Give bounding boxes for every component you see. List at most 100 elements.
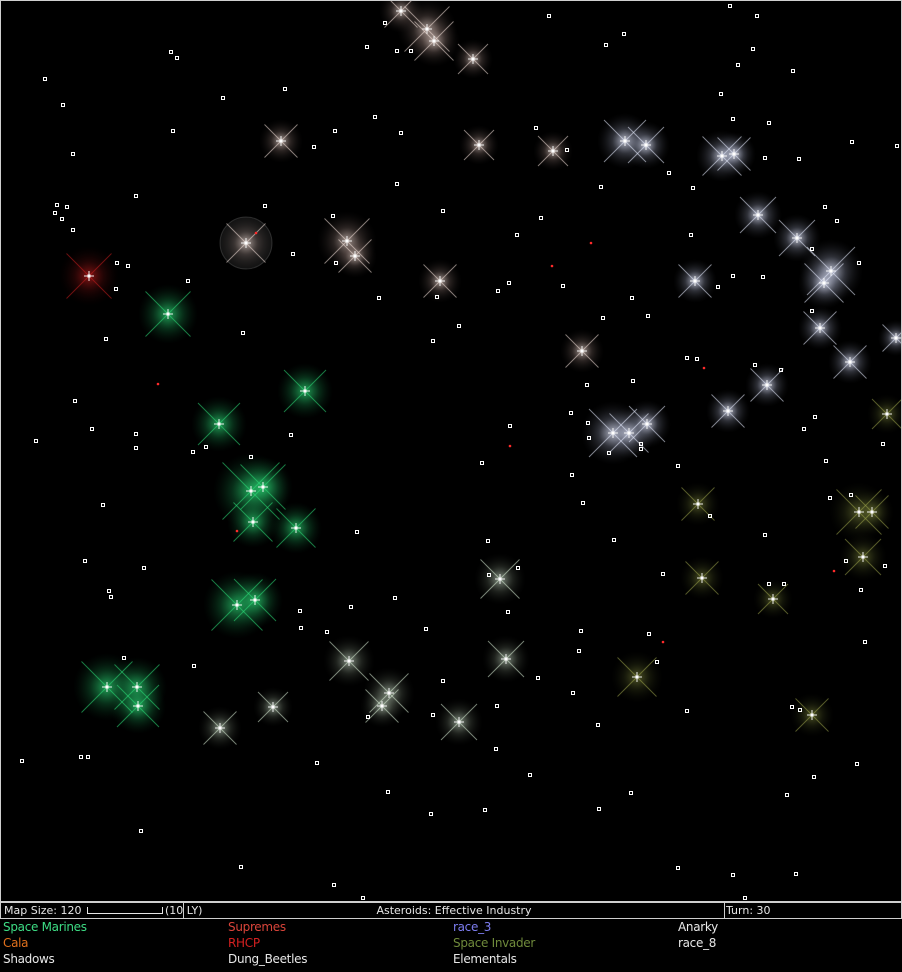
planet-marker[interactable] — [629, 791, 633, 795]
planet-marker[interactable] — [693, 279, 697, 283]
planet-marker[interactable] — [581, 501, 585, 505]
planet-marker[interactable] — [755, 14, 759, 18]
planet-marker[interactable] — [134, 446, 138, 450]
planet-marker[interactable] — [647, 632, 651, 636]
planet-marker[interactable] — [601, 316, 605, 320]
planet-marker[interactable] — [547, 14, 551, 18]
planet-marker[interactable] — [850, 140, 854, 144]
planet-marker[interactable] — [241, 331, 245, 335]
planet-marker[interactable] — [661, 640, 665, 644]
planet-marker[interactable] — [20, 759, 24, 763]
planet-marker[interactable] — [579, 629, 583, 633]
planet-marker[interactable] — [855, 762, 859, 766]
planet-marker[interactable] — [291, 252, 295, 256]
planet-marker[interactable] — [135, 685, 139, 689]
planet-marker[interactable] — [139, 829, 143, 833]
planet-marker[interactable] — [795, 236, 799, 240]
planet-marker[interactable] — [71, 152, 75, 156]
planet-marker[interactable] — [395, 49, 399, 53]
planet-markers[interactable] — [20, 4, 899, 900]
planet-marker[interactable] — [166, 312, 170, 316]
planet-marker[interactable] — [812, 775, 816, 779]
planet-marker[interactable] — [832, 569, 836, 573]
planet-marker[interactable] — [596, 723, 600, 727]
planet-marker[interactable] — [828, 496, 832, 500]
planet-marker[interactable] — [71, 228, 75, 232]
planet-marker[interactable] — [171, 129, 175, 133]
planet-marker[interactable] — [477, 143, 481, 147]
planet-marker[interactable] — [263, 204, 267, 208]
planet-marker[interactable] — [823, 205, 827, 209]
planet-marker[interactable] — [431, 713, 435, 717]
planet-marker[interactable] — [104, 337, 108, 341]
planet-marker[interactable] — [134, 194, 138, 198]
planet-marker[interactable] — [569, 411, 573, 415]
planet-marker[interactable] — [894, 336, 898, 340]
planet-marker[interactable] — [377, 296, 381, 300]
planet-marker[interactable] — [315, 761, 319, 765]
planet-marker[interactable] — [186, 279, 190, 283]
planet-marker[interactable] — [623, 139, 627, 143]
planet-marker[interactable] — [630, 296, 634, 300]
planet-marker[interactable] — [386, 790, 390, 794]
planet-marker[interactable] — [345, 239, 349, 243]
planet-marker[interactable] — [731, 873, 735, 877]
planet-marker[interactable] — [720, 154, 724, 158]
planet-marker[interactable] — [441, 679, 445, 683]
planet-marker[interactable] — [802, 427, 806, 431]
planet-marker[interactable] — [353, 254, 357, 258]
planet-marker[interactable] — [432, 39, 436, 43]
planet-marker[interactable] — [271, 705, 275, 709]
planet-marker[interactable] — [441, 209, 445, 213]
planet-marker[interactable] — [646, 314, 650, 318]
planet-marker[interactable] — [380, 704, 384, 708]
planet-marker[interactable] — [217, 422, 221, 426]
planet-marker[interactable] — [506, 610, 510, 614]
planet-marker[interactable] — [365, 45, 369, 49]
planet-marker[interactable] — [881, 442, 885, 446]
planet-marker[interactable] — [644, 143, 648, 147]
planet-marker[interactable] — [767, 121, 771, 125]
planet-marker[interactable] — [863, 640, 867, 644]
planet-marker[interactable] — [169, 50, 173, 54]
planet-marker[interactable] — [73, 399, 77, 403]
planet-marker[interactable] — [303, 389, 307, 393]
planet-marker[interactable] — [498, 577, 502, 581]
planet-marker[interactable] — [361, 896, 365, 900]
planet-marker[interactable] — [134, 432, 138, 436]
planet-marker[interactable] — [332, 883, 336, 887]
planet-marker[interactable] — [431, 339, 435, 343]
planet-marker[interactable] — [87, 274, 91, 278]
planet-marker[interactable] — [751, 47, 755, 51]
planet-marker[interactable] — [79, 755, 83, 759]
planet-marker[interactable] — [486, 539, 490, 543]
planet-marker[interactable] — [53, 211, 57, 215]
planet-marker[interactable] — [539, 216, 543, 220]
planet-marker[interactable] — [829, 269, 833, 273]
planet-marker[interactable] — [399, 9, 403, 13]
planet-marker[interactable] — [691, 186, 695, 190]
planet-marker[interactable] — [136, 704, 140, 708]
planet-marker[interactable] — [761, 275, 765, 279]
planet-marker[interactable] — [239, 865, 243, 869]
planet-marker[interactable] — [604, 43, 608, 47]
planet-marker[interactable] — [507, 281, 511, 285]
planet-marker[interactable] — [870, 510, 874, 514]
planet-marker[interactable] — [253, 598, 257, 602]
planet-marker[interactable] — [732, 152, 736, 156]
planet-marker[interactable] — [156, 382, 160, 386]
planet-marker[interactable] — [689, 233, 693, 237]
planet-marker[interactable] — [60, 217, 64, 221]
planet-marker[interactable] — [756, 213, 760, 217]
planet-marker[interactable] — [86, 755, 90, 759]
planet-marker[interactable] — [824, 459, 828, 463]
planet-marker[interactable] — [685, 709, 689, 713]
planet-marker[interactable] — [818, 326, 822, 330]
planet-marker[interactable] — [109, 595, 113, 599]
planet-marker[interactable] — [349, 605, 353, 609]
planet-marker[interactable] — [585, 383, 589, 387]
planet-marker[interactable] — [508, 444, 512, 448]
planet-marker[interactable] — [627, 431, 631, 435]
planet-marker[interactable] — [289, 433, 293, 437]
planet-marker[interactable] — [810, 713, 814, 717]
